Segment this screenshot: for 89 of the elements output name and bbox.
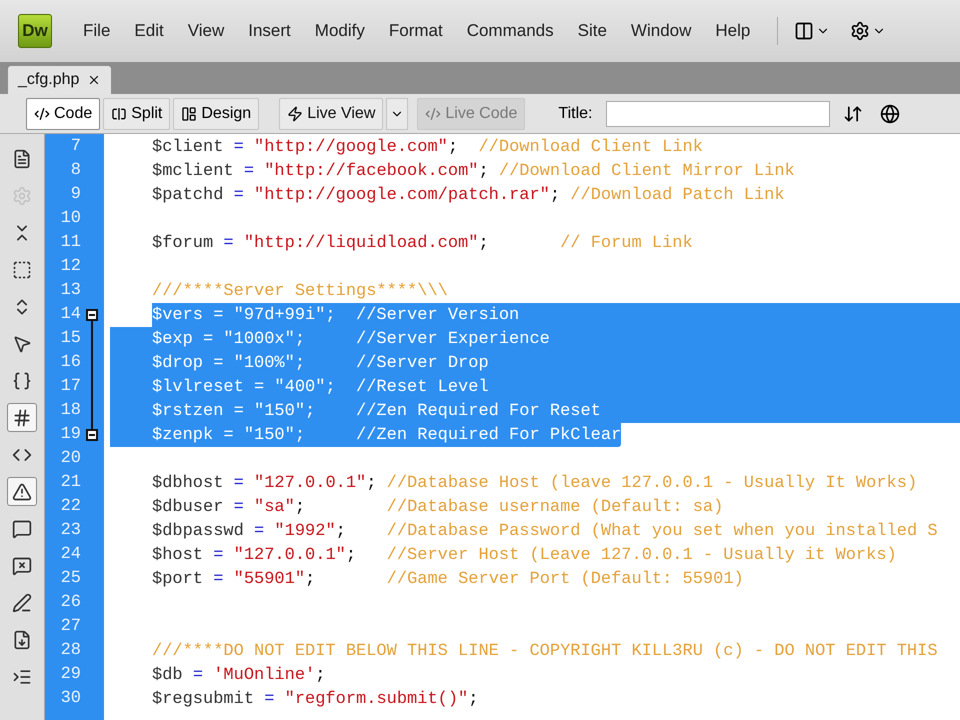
line-number: 22	[60, 496, 81, 518]
menu-item[interactable]: Format	[378, 18, 454, 44]
line-number: 17	[60, 376, 81, 398]
fold-marker[interactable]	[86, 429, 98, 441]
menu-item[interactable]: Help	[704, 18, 762, 44]
line-number: 9	[70, 184, 81, 206]
line-number: 26	[60, 592, 81, 614]
code-line: $patchd = "http://google.com/patch.rar"; //Download Patch Link	[152, 186, 785, 205]
title-input[interactable]	[606, 100, 830, 126]
line-number: 25	[60, 568, 81, 590]
dropdown-button[interactable]	[386, 98, 408, 130]
line-number: 13	[60, 280, 81, 302]
code-line: $host = "127.0.0.1"; //Server Host (Leave 127.0.0.1 - Usually it Works)	[152, 546, 897, 565]
globe-icon	[880, 104, 900, 124]
line-number: 19	[60, 424, 81, 446]
code-line: $forum = "http://liquidload.com"; // Forum Link	[152, 234, 693, 253]
code-line: $exp = "1000x"; //Server Experience	[152, 330, 550, 349]
line-number: 24	[60, 544, 81, 566]
lightning-icon	[287, 106, 304, 122]
gear-icon	[12, 186, 32, 206]
hash-icon	[12, 408, 32, 428]
menu-item[interactable]: Insert	[237, 18, 302, 44]
view-button[interactable]: Split	[103, 98, 170, 130]
code-line: $client = "http://google.com"; //Download Client Link	[152, 138, 703, 157]
code-line: $rstzen = "150"; //Zen Required For Reset	[152, 402, 601, 421]
cursor-icon	[12, 334, 32, 354]
line-number: 7	[70, 136, 81, 158]
code-line: $dbpasswd = "1992"; //Database Password (What you set when you installed S	[152, 522, 938, 541]
code-line: $mclient = "http://facebook.com"; //Download Client Mirror Link	[152, 162, 795, 181]
line-number: 30	[60, 688, 81, 710]
line-number: 11	[60, 232, 81, 254]
code-line: $lvlreset = "400"; //Reset Level	[152, 378, 489, 397]
line-number: 20	[60, 448, 81, 470]
app-logo: Dw	[18, 14, 52, 48]
menu-item[interactable]: View	[176, 18, 236, 44]
document-tab[interactable]: _cfg.php	[8, 66, 112, 94]
live-button[interactable]: Live View	[279, 98, 384, 130]
layout-icon	[794, 21, 814, 41]
menu-item[interactable]: File	[72, 18, 122, 44]
file-icon	[12, 148, 32, 168]
code-line: $port = "55901"; //Game Server Port (Default: 55901)	[152, 570, 744, 589]
line-number: 29	[60, 664, 81, 686]
split-view-icon	[111, 106, 128, 122]
menu-item[interactable]: Site	[566, 18, 618, 44]
code-line: ///****DO NOT EDIT BELOW THIS LINE - COPYRIGHT KILL3RU (c) - DO NOT EDIT THIS	[152, 642, 938, 661]
tab-label: _cfg.php	[18, 70, 80, 90]
line-number: 16	[60, 352, 81, 374]
code-line: $dbuser = "sa"; //Database username (Default: sa)	[152, 498, 724, 517]
tool-button[interactable]	[7, 403, 37, 432]
menu-item[interactable]: Window	[620, 18, 702, 44]
fold-marker[interactable]	[86, 309, 98, 321]
view-button[interactable]: Design	[173, 98, 260, 130]
browser-button[interactable]	[880, 104, 900, 124]
braces-icon	[12, 370, 32, 390]
menu-item[interactable]: Commands	[456, 18, 565, 44]
file-transfer-button[interactable]	[842, 104, 862, 124]
design-view-icon	[181, 106, 198, 122]
line-number: 8	[70, 160, 81, 182]
line-number: 15	[60, 328, 81, 350]
code-line: ///****Server Settings****\\\	[152, 282, 448, 301]
code-line: $vers = "97d+99i"; //Server Version	[152, 306, 520, 325]
code-view-icon	[34, 106, 50, 122]
pen-icon	[12, 592, 32, 612]
view-button[interactable]: Code	[26, 98, 100, 130]
code-line: $zenpk = "150"; //Zen Required For PkClear	[152, 426, 622, 445]
line-number: 21	[60, 472, 81, 494]
code-line: $regsubmit = "regform.submit()";	[152, 690, 478, 709]
remove-comment-icon	[12, 556, 32, 576]
tool-button[interactable]	[7, 477, 37, 506]
warning-icon	[12, 482, 32, 502]
collapse-selection-icon	[12, 260, 32, 280]
document-icon	[12, 630, 32, 650]
line-number: 28	[60, 640, 81, 662]
code-line: $dbhost = "127.0.0.1"; //Database Host (leave 127.0.0.1 - Usually It Works)	[152, 474, 918, 493]
code-line: $drop = "100%"; //Server Drop	[152, 354, 489, 373]
code-icon	[425, 106, 442, 122]
line-number: 12	[60, 256, 81, 278]
line-number: 23	[60, 520, 81, 542]
settings-icon	[850, 21, 870, 41]
code-line: $db = 'MuOnline';	[152, 666, 326, 685]
comment-icon	[12, 518, 32, 538]
line-number: 18	[60, 400, 81, 422]
line-number: 27	[60, 616, 81, 638]
up-down-arrows-icon	[842, 104, 862, 124]
menu-item[interactable]: Edit	[123, 18, 175, 44]
line-number: 14	[60, 304, 81, 326]
menu-item[interactable]: Modify	[304, 18, 376, 44]
title-label: Title:	[558, 104, 592, 124]
line-number: 10	[60, 208, 81, 230]
